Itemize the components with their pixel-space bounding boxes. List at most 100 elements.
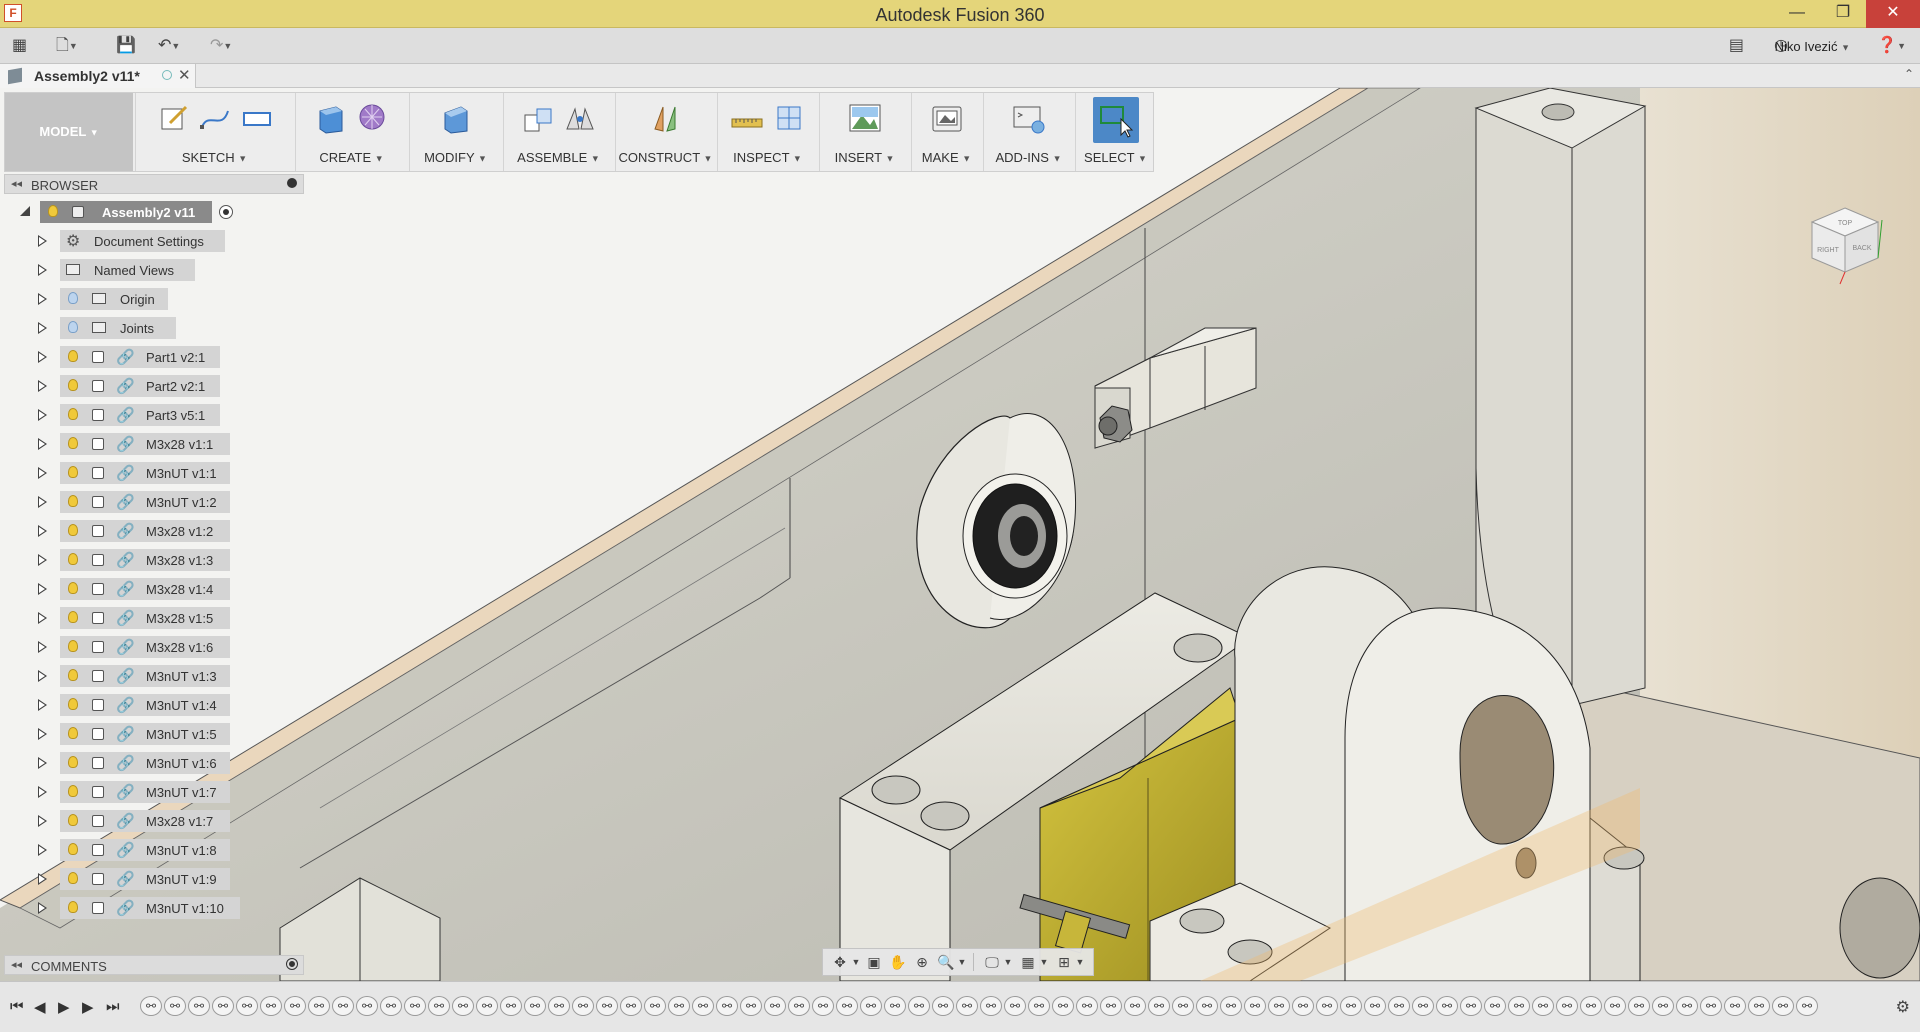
collapse-panel-icon[interactable]: ◂◂ [11,958,22,971]
visibility-bulb-icon[interactable] [68,814,78,826]
timeline-joint-icon[interactable]: ⚯ [452,996,474,1016]
tree-item-component[interactable]: 🔗 M3nUT v1:5 [4,720,304,748]
expanded-triangle-icon[interactable] [20,206,30,216]
expand-triangle-icon[interactable] [38,612,47,624]
chevron-down-icon[interactable]: ▼ [1035,954,1053,970]
tree-item-component[interactable]: 🔗 Part3 v5:1 [4,401,304,429]
timeline-joint-icon[interactable]: ⚯ [284,996,306,1016]
visibility-bulb-icon[interactable] [68,785,78,797]
visibility-bulb-icon[interactable] [68,350,78,362]
timeline-joint-icon[interactable]: ⚯ [1172,996,1194,1016]
timeline-joint-icon[interactable]: ⚯ [548,996,570,1016]
timeline-joint-icon[interactable]: ⚯ [1364,996,1386,1016]
timeline-joint-icon[interactable]: ⚯ [1604,996,1626,1016]
timeline-step-forward-icon[interactable]: ▶ [82,998,94,1016]
visibility-bulb-icon[interactable] [68,553,78,565]
timeline-joint-icon[interactable]: ⚯ [212,996,234,1016]
timeline-joint-icon[interactable]: ⚯ [716,996,738,1016]
visibility-bulb-icon[interactable] [68,582,78,594]
timeline-settings-gear-icon[interactable]: ⚙ [1896,997,1910,1017]
tree-item-component[interactable]: 🔗 M3nUT v1:1 [4,459,304,487]
document-tab[interactable]: Assembly2 v11* ✕ [0,64,196,88]
browser-panel-header[interactable]: ◂◂ BROWSER [4,174,304,194]
new-component-icon[interactable] [521,101,555,135]
timeline-start-icon[interactable]: ⏮ [10,998,24,1015]
scripts-icon[interactable] [1012,101,1046,135]
tree-item-component[interactable]: 🔗 M3nUT v1:10 [4,894,304,922]
timeline-joint-icon[interactable]: ⚯ [1676,996,1698,1016]
timeline-joint-icon[interactable]: ⚯ [740,996,762,1016]
visibility-bulb-icon[interactable] [68,466,78,478]
tree-item-joints[interactable]: Joints [4,314,304,342]
timeline-joint-icon[interactable]: ⚯ [1268,996,1290,1016]
timeline-joint-icon[interactable]: ⚯ [596,996,618,1016]
toolbar-group-sketch[interactable]: SKETCH ▼ [135,93,293,171]
visibility-bulb-icon[interactable] [68,698,78,710]
timeline-joint-icon[interactable]: ⚯ [188,996,210,1016]
visibility-bulb-icon[interactable] [68,669,78,681]
toolbar-group-select[interactable]: SELECT ▼ [1075,93,1155,171]
timeline-track[interactable]: ⚯ ⚯ ⚯ ⚯ ⚯ ⚯ ⚯ ⚯ ⚯ ⚯ ⚯ ⚯ ⚯ ⚯ ⚯ ⚯ ⚯ ⚯ ⚯ ⚯ ⚯ ⚯ ⚯ ⚯ ⚯ ⚯ ⚯ ⚯ ⚯ ⚯ ⚯ ⚯ ⚯ ⚯ ⚯ ⚯ ⚯ ⚯ ⚯ ⚯… [140,996,1864,1018]
timeline-joint-icon[interactable]: ⚯ [332,996,354,1016]
timeline-joint-icon[interactable]: ⚯ [1004,996,1026,1016]
timeline-joint-icon[interactable]: ⚯ [1052,996,1074,1016]
tree-item-component[interactable]: 🔗 M3nUT v1:9 [4,865,304,893]
timeline-joint-icon[interactable]: ⚯ [1556,996,1578,1016]
tree-item-component[interactable]: 🔗 M3nUT v1:3 [4,662,304,690]
tree-item-component[interactable]: 🔗 M3x28 v1:6 [4,633,304,661]
timeline-joint-icon[interactable]: ⚯ [1484,996,1506,1016]
timeline-joint-icon[interactable]: ⚯ [620,996,642,1016]
measure-icon[interactable] [730,101,764,135]
timeline-joint-icon[interactable]: ⚯ [308,996,330,1016]
timeline-joint-icon[interactable]: ⚯ [788,996,810,1016]
expand-triangle-icon[interactable] [38,525,47,537]
visibility-bulb-icon[interactable] [68,524,78,536]
timeline-joint-icon[interactable]: ⚯ [380,996,402,1016]
timeline-joint-icon[interactable]: ⚯ [668,996,690,1016]
timeline-joint-icon[interactable]: ⚯ [1508,996,1530,1016]
expand-triangle-icon[interactable] [38,844,47,856]
joint-icon[interactable] [563,101,597,135]
close-tab-icon[interactable]: ✕ [178,66,191,84]
toolbar-group-create[interactable]: CREATE ▼ [295,93,407,171]
timeline-joint-icon[interactable]: ⚯ [884,996,906,1016]
rectangle-tool-icon[interactable] [240,101,274,135]
panel-options-icon[interactable] [287,178,297,188]
timeline-joint-icon[interactable]: ⚯ [1340,996,1362,1016]
toolbar-group-modify[interactable]: MODIFY ▼ [409,93,501,171]
timeline-joint-icon[interactable]: ⚯ [236,996,258,1016]
timeline-joint-icon[interactable]: ⚯ [1796,996,1818,1016]
help-icon[interactable]: ❓▼ [1877,36,1906,56]
timeline-joint-icon[interactable]: ⚯ [140,996,162,1016]
job-status-icon[interactable]: ▤ [1729,36,1744,56]
tree-item-component[interactable]: 🔗 M3x28 v1:5 [4,604,304,632]
toolbar-group-assemble[interactable]: ASSEMBLE ▼ [503,93,613,171]
toolbar-group-insert[interactable]: INSERT ▼ [819,93,909,171]
visibility-bulb-icon[interactable] [68,379,78,391]
timeline-joint-icon[interactable]: ⚯ [980,996,1002,1016]
expand-triangle-icon[interactable] [38,583,47,595]
timeline-joint-icon[interactable]: ⚯ [644,996,666,1016]
timeline-joint-icon[interactable]: ⚯ [524,996,546,1016]
undo-icon[interactable]: ↶▼ [158,36,180,56]
timeline-joint-icon[interactable]: ⚯ [260,996,282,1016]
minimize-button[interactable]: — [1774,0,1820,28]
tree-item-component[interactable]: 🔗 M3nUT v1:7 [4,778,304,806]
timeline-joint-icon[interactable]: ⚯ [1028,996,1050,1016]
expand-triangle-icon[interactable] [38,264,47,276]
data-panel-grid-icon[interactable]: ▦ [12,36,27,56]
zoom-icon[interactable]: ⊕ [913,954,931,970]
tree-item-component[interactable]: 🔗 M3x28 v1:3 [4,546,304,574]
timeline-joint-icon[interactable]: ⚯ [1460,996,1482,1016]
add-comment-icon[interactable] [286,958,298,970]
timeline-joint-icon[interactable]: ⚯ [1124,996,1146,1016]
expand-triangle-icon[interactable] [38,757,47,769]
expand-triangle-icon[interactable] [38,438,47,450]
expand-triangle-icon[interactable] [38,728,47,740]
workspace-switcher[interactable]: MODEL ▼ [5,93,133,171]
view-cube[interactable]: TOP RIGHT BACK [1800,200,1890,290]
timeline-joint-icon[interactable]: ⚯ [1772,996,1794,1016]
chevron-down-icon[interactable]: ▼ [1071,954,1089,970]
timeline-joint-icon[interactable]: ⚯ [1748,996,1770,1016]
visibility-bulb-icon[interactable] [68,408,78,420]
